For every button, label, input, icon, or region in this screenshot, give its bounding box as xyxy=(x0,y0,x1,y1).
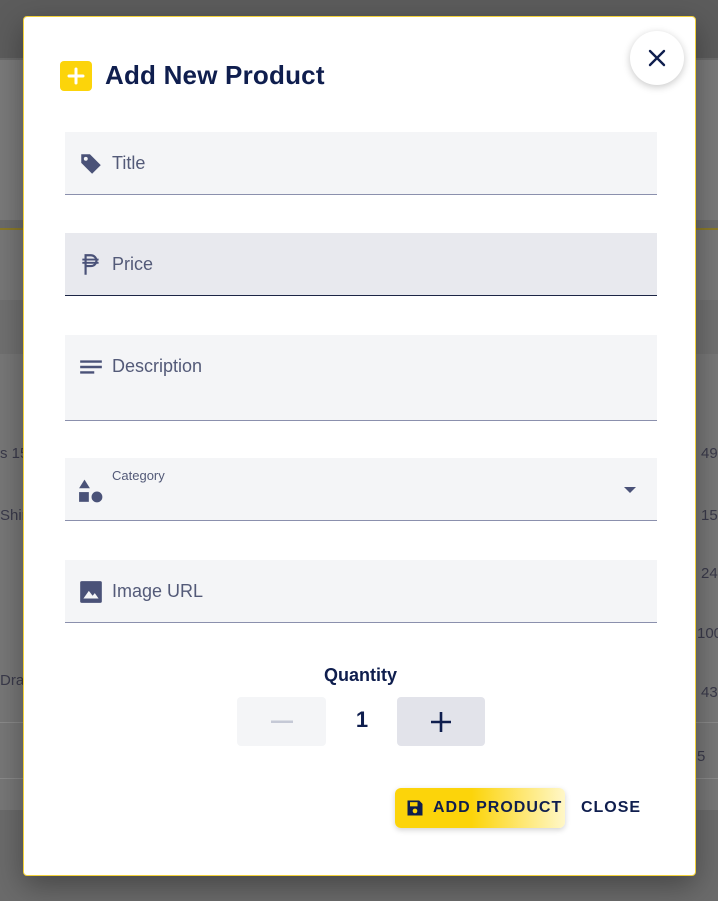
price-placeholder: Price xyxy=(112,254,154,274)
chevron-down-icon xyxy=(624,487,636,493)
peso-icon xyxy=(82,254,99,275)
price-field[interactable]: Price xyxy=(65,233,657,296)
shapes-icon xyxy=(79,479,103,503)
close-icon xyxy=(648,49,666,67)
add-product-label: ADD PRODUCT xyxy=(433,799,563,816)
image-url-placeholder: Image URL xyxy=(112,581,204,601)
category-select[interactable]: Category xyxy=(65,458,657,521)
image-icon xyxy=(80,581,102,603)
quantity-label: Quantity xyxy=(323,665,397,685)
description-placeholder: Description xyxy=(112,356,203,376)
tag-icon xyxy=(81,154,101,174)
background-cell: 43 xyxy=(701,684,718,701)
dialog-header: Add New Product xyxy=(60,60,325,91)
close-dialog-button[interactable] xyxy=(630,31,684,85)
background-cell: 5 xyxy=(697,748,706,765)
dialog-title: Add New Product xyxy=(105,60,325,90)
quantity-value: 1 xyxy=(355,707,369,732)
add-product-button[interactable]: ADD PRODUCT xyxy=(395,788,565,828)
quantity-decrement-button[interactable] xyxy=(237,697,326,746)
background-cell: 15 xyxy=(701,507,718,524)
plus-icon xyxy=(431,711,451,732)
notes-icon xyxy=(80,360,102,374)
description-field[interactable]: Description xyxy=(65,335,657,421)
background-cell: 49 xyxy=(701,445,718,462)
quantity-increment-button[interactable] xyxy=(397,697,485,746)
background-cell: 100 xyxy=(697,625,718,642)
close-button[interactable]: CLOSE xyxy=(575,788,647,828)
title-placeholder: Title xyxy=(112,153,146,173)
save-icon xyxy=(407,800,423,816)
minus-icon xyxy=(270,720,293,723)
image-url-field[interactable]: Image URL xyxy=(65,560,657,623)
background-cell: Dra xyxy=(0,672,25,689)
title-field[interactable]: Title xyxy=(65,132,657,195)
add-product-dialog: Add New Product Title Price Description … xyxy=(23,16,696,876)
plus-icon xyxy=(60,60,92,91)
category-label: Category xyxy=(112,468,165,483)
background-cell: 24 xyxy=(701,565,718,582)
